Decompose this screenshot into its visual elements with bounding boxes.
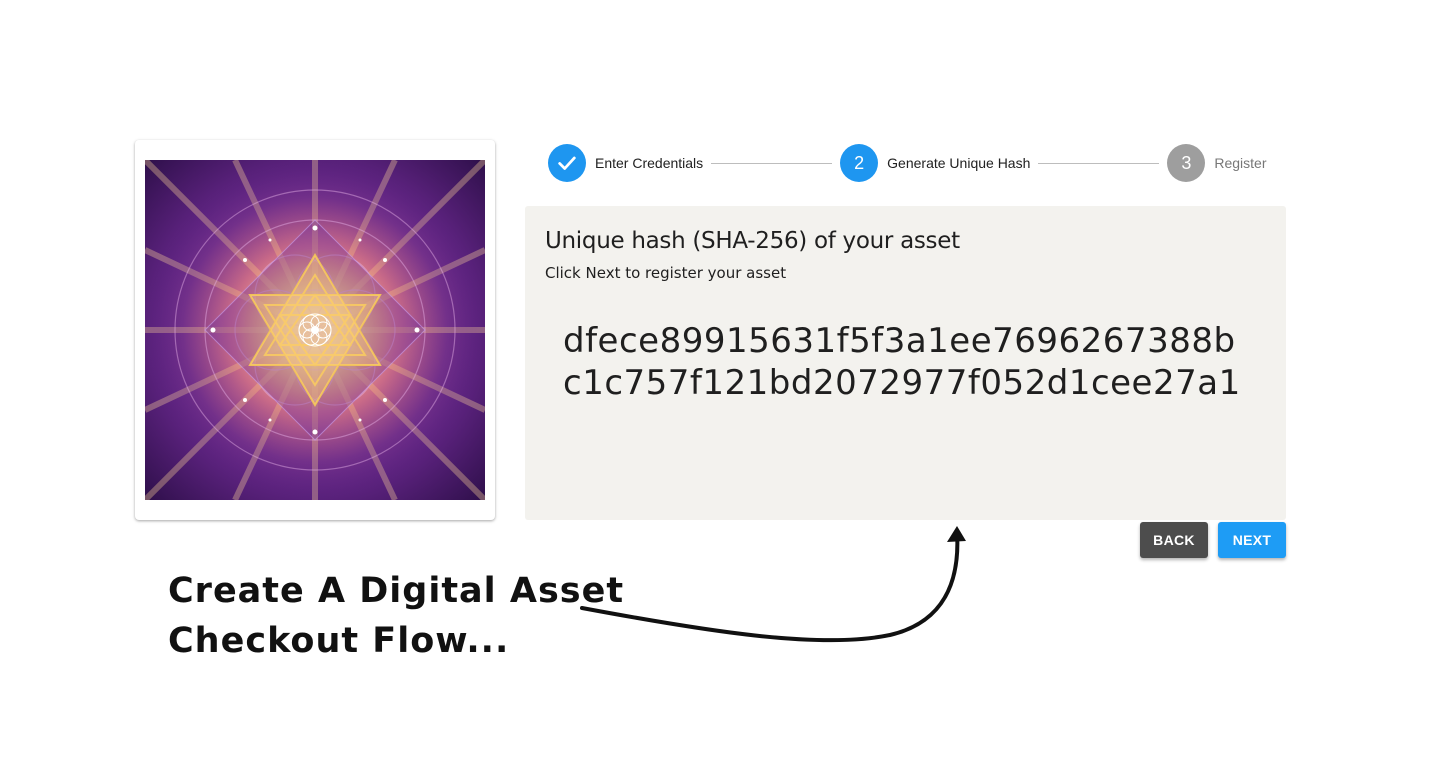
step-enter-credentials[interactable]: Enter Credentials	[548, 144, 703, 182]
step-2-label: Generate Unique Hash	[887, 155, 1031, 171]
step-register[interactable]: 3 Register	[1167, 144, 1267, 182]
step-3-label: Register	[1214, 155, 1267, 171]
back-button[interactable]: BACK	[1140, 522, 1208, 558]
page: Enter Credentials 2 Generate Unique Hash…	[0, 0, 1440, 781]
next-button[interactable]: NEXT	[1218, 522, 1286, 558]
hash-value: dfece89915631f5f3a1ee7696267388bc1c757f1…	[563, 321, 1241, 403]
step-connector	[1038, 162, 1160, 164]
step-generate-hash[interactable]: 2 Generate Unique Hash	[840, 144, 1030, 182]
hash-panel: Unique hash (SHA-256) of your asset Clic…	[525, 206, 1286, 520]
check-icon	[558, 156, 576, 170]
step-connector	[711, 162, 833, 164]
progress-stepper: Enter Credentials 2 Generate Unique Hash…	[548, 144, 1278, 182]
annotation-line-2: Checkout Flow...	[168, 621, 510, 661]
step-1-circle	[548, 144, 586, 182]
step-2-circle: 2	[840, 144, 879, 182]
panel-title: Unique hash (SHA-256) of your asset	[545, 228, 960, 254]
annotation-text: Create A Digital Asset Checkout Flow...	[168, 566, 624, 666]
step-3-circle: 3	[1167, 144, 1206, 182]
asset-image-card	[135, 140, 495, 520]
step-1-label: Enter Credentials	[595, 155, 704, 171]
sacred-geometry-artwork	[145, 160, 485, 500]
asset-artwork-image	[145, 160, 485, 500]
panel-subtitle: Click Next to register your asset	[545, 264, 787, 282]
annotation-line-1: Create A Digital Asset	[168, 571, 625, 611]
